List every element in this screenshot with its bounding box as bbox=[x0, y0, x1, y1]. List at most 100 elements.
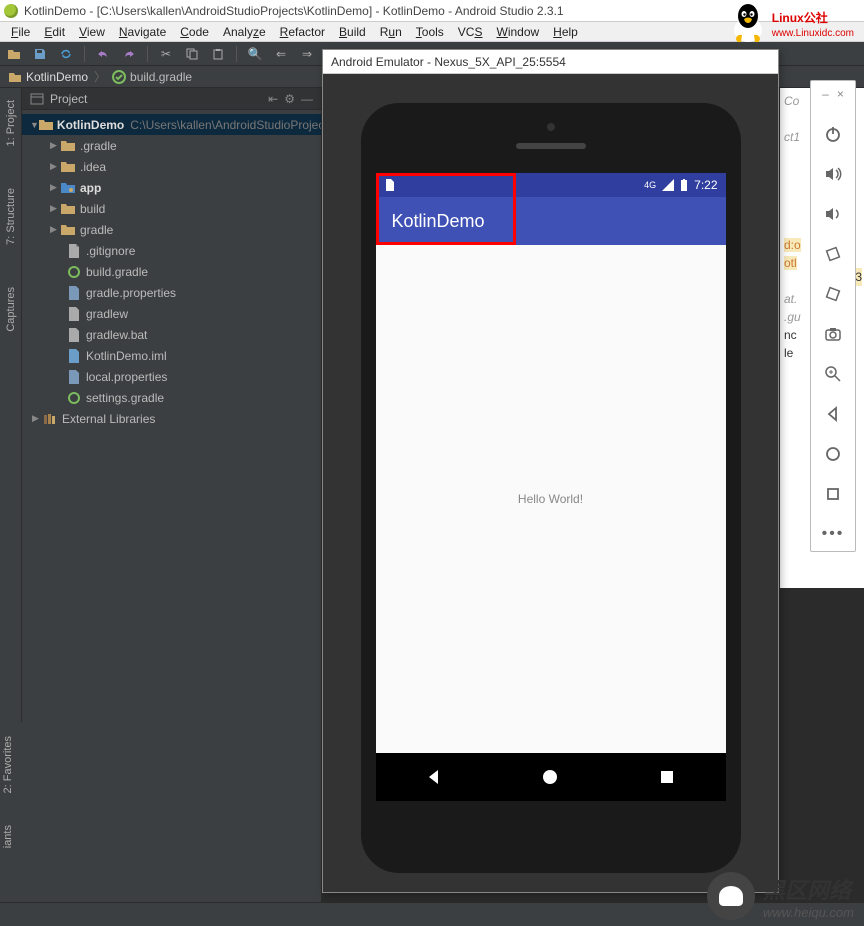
tree-item[interactable]: build.gradle bbox=[22, 261, 321, 282]
hide-icon[interactable]: — bbox=[301, 92, 313, 106]
tree-root[interactable]: ▼ KotlinDemo C:\Users\kallen\AndroidStud… bbox=[22, 114, 321, 135]
linux-watermark: Linux公社 www.Linuxidc.com bbox=[728, 0, 854, 44]
menu-view[interactable]: View bbox=[72, 25, 112, 39]
sim-icon bbox=[384, 179, 394, 191]
breadcrumb-separator-icon: 〉 bbox=[94, 68, 106, 85]
nav-home-icon[interactable] bbox=[540, 767, 560, 787]
back-nav-icon[interactable] bbox=[822, 403, 844, 425]
find-icon[interactable]: 🔍 bbox=[247, 46, 263, 62]
menu-tools[interactable]: Tools bbox=[409, 25, 451, 39]
emulator-title: Android Emulator - Nexus_5X_API_25:5554 bbox=[331, 55, 566, 69]
breadcrumb-project[interactable]: KotlinDemo bbox=[26, 70, 88, 84]
rotate-right-icon[interactable] bbox=[822, 283, 844, 305]
tree-external-libs[interactable]: ▶External Libraries bbox=[22, 408, 321, 429]
tree-item[interactable]: gradlew bbox=[22, 303, 321, 324]
battery-icon bbox=[680, 179, 688, 191]
android-navbar bbox=[376, 753, 726, 801]
app-toolbar: KotlinDemo bbox=[376, 197, 726, 245]
tux-icon bbox=[728, 0, 768, 44]
android-statusbar: 4G 7:22 bbox=[376, 173, 726, 197]
rotate-left-icon[interactable] bbox=[822, 243, 844, 265]
forward-icon[interactable]: ⇒ bbox=[299, 46, 315, 62]
paste-icon[interactable] bbox=[210, 46, 226, 62]
power-icon[interactable] bbox=[822, 123, 844, 145]
tree-item[interactable]: ▶gradle bbox=[22, 219, 321, 240]
tab-project[interactable]: 1: Project bbox=[3, 94, 19, 152]
menu-navigate[interactable]: Navigate bbox=[112, 25, 173, 39]
hello-text: Hello World! bbox=[518, 492, 583, 506]
menu-window[interactable]: Window bbox=[489, 25, 546, 39]
open-icon[interactable] bbox=[6, 46, 22, 62]
settings-icon[interactable]: ⚙ bbox=[284, 92, 295, 106]
emulator-body: 4G 7:22 KotlinDemo Hello World! bbox=[323, 74, 778, 892]
app-title: KotlinDemo bbox=[392, 211, 485, 232]
project-panel: Project ⇤ ⚙ — ▼ KotlinDemo C:\Users\kall… bbox=[22, 88, 322, 902]
menu-run[interactable]: Run bbox=[373, 25, 409, 39]
tree-item[interactable]: ▶.idea bbox=[22, 156, 321, 177]
menu-refactor[interactable]: Refactor bbox=[273, 25, 332, 39]
panel-title: Project bbox=[50, 92, 87, 106]
project-tree[interactable]: ▼ KotlinDemo C:\Users\kallen\AndroidStud… bbox=[22, 110, 321, 433]
mushroom-icon bbox=[707, 872, 755, 920]
tree-item[interactable]: gradle.properties bbox=[22, 282, 321, 303]
menu-vcs[interactable]: VCS bbox=[451, 25, 490, 39]
nav-back-icon[interactable] bbox=[424, 767, 444, 787]
menu-help[interactable]: Help bbox=[546, 25, 585, 39]
save-icon[interactable] bbox=[32, 46, 48, 62]
left-bottom-gutter: 2: Favorites iants bbox=[0, 722, 22, 902]
tree-item[interactable]: settings.gradle bbox=[22, 387, 321, 408]
menu-analyze[interactable]: Analyze bbox=[216, 25, 273, 39]
redo-icon[interactable] bbox=[121, 46, 137, 62]
tree-root-name: KotlinDemo bbox=[57, 118, 124, 132]
close-icon[interactable]: × bbox=[837, 87, 844, 101]
menu-build[interactable]: Build bbox=[332, 25, 373, 39]
phone-screen[interactable]: 4G 7:22 KotlinDemo Hello World! bbox=[376, 173, 726, 801]
tab-captures[interactable]: Captures bbox=[3, 281, 19, 338]
volume-down-icon[interactable] bbox=[822, 203, 844, 225]
tree-item[interactable]: KotlinDemo.iml bbox=[22, 345, 321, 366]
copy-icon[interactable] bbox=[184, 46, 200, 62]
menu-file[interactable]: File bbox=[4, 25, 37, 39]
sync-icon[interactable] bbox=[58, 46, 74, 62]
phone-camera bbox=[547, 123, 555, 131]
panel-icon bbox=[30, 92, 44, 106]
breadcrumb-file[interactable]: build.gradle bbox=[130, 70, 192, 84]
emulator-titlebar[interactable]: Android Emulator - Nexus_5X_API_25:5554 bbox=[323, 50, 778, 74]
phone-speaker bbox=[516, 143, 586, 149]
screenshot-icon[interactable] bbox=[822, 323, 844, 345]
cut-icon[interactable]: ✂ bbox=[158, 46, 174, 62]
app-content: Hello World! bbox=[376, 245, 726, 753]
network-icon: 4G bbox=[644, 180, 656, 190]
more-icon[interactable]: ••• bbox=[822, 523, 844, 545]
tree-item[interactable]: ▶build bbox=[22, 198, 321, 219]
tree-root-path: C:\Users\kallen\AndroidStudioProjects\Ko… bbox=[130, 118, 322, 132]
zoom-icon[interactable] bbox=[822, 363, 844, 385]
menu-edit[interactable]: Edit bbox=[37, 25, 72, 39]
project-icon bbox=[8, 70, 22, 84]
tree-item-app[interactable]: ▶app bbox=[22, 177, 321, 198]
tree-item[interactable]: local.properties bbox=[22, 366, 321, 387]
gradle-icon bbox=[112, 70, 126, 84]
back-icon[interactable]: ⇐ bbox=[273, 46, 289, 62]
android-studio-icon bbox=[4, 4, 18, 18]
status-time: 7:22 bbox=[694, 178, 717, 192]
menu-code[interactable]: Code bbox=[173, 25, 216, 39]
panel-header: Project ⇤ ⚙ — bbox=[22, 88, 321, 110]
home-nav-icon[interactable] bbox=[822, 443, 844, 465]
window-title: KotlinDemo - [C:\Users\kallen\AndroidStu… bbox=[24, 4, 564, 18]
emulator-window: Android Emulator - Nexus_5X_API_25:5554 … bbox=[322, 49, 779, 893]
collapse-icon[interactable]: ⇤ bbox=[268, 92, 278, 106]
undo-icon[interactable] bbox=[95, 46, 111, 62]
tree-item[interactable]: .gitignore bbox=[22, 240, 321, 261]
signal-icon bbox=[662, 179, 674, 191]
tab-favorites[interactable]: 2: Favorites bbox=[0, 730, 16, 799]
overview-nav-icon[interactable] bbox=[822, 483, 844, 505]
minimize-icon[interactable]: – bbox=[822, 87, 829, 101]
tab-variants[interactable]: iants bbox=[0, 819, 16, 854]
tree-item[interactable]: ▶.gradle bbox=[22, 135, 321, 156]
volume-up-icon[interactable] bbox=[822, 163, 844, 185]
tree-item[interactable]: gradlew.bat bbox=[22, 324, 321, 345]
nav-recent-icon[interactable] bbox=[657, 767, 677, 787]
tab-structure[interactable]: 7: Structure bbox=[3, 182, 19, 251]
emulator-toolbar: – × ••• bbox=[810, 80, 856, 552]
